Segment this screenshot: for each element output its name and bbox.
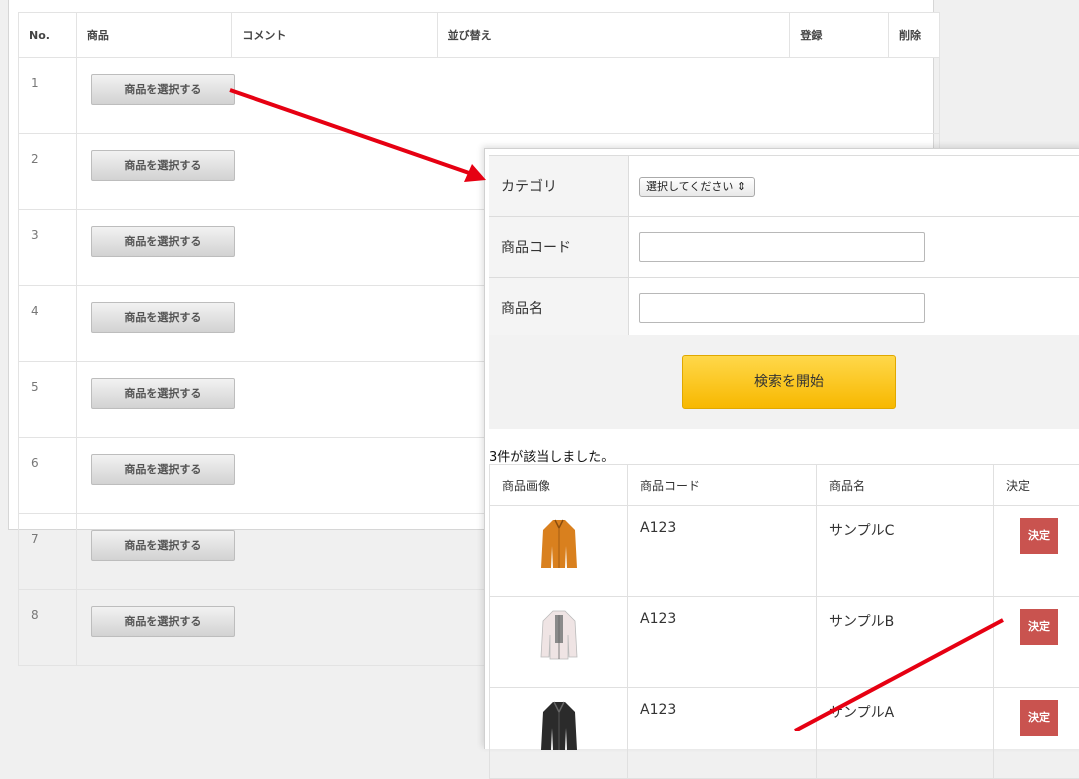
arrow-from-decide-icon (795, 620, 1003, 731)
arrow-to-search-popup-icon (230, 90, 486, 182)
annotation-arrows (0, 0, 1079, 731)
